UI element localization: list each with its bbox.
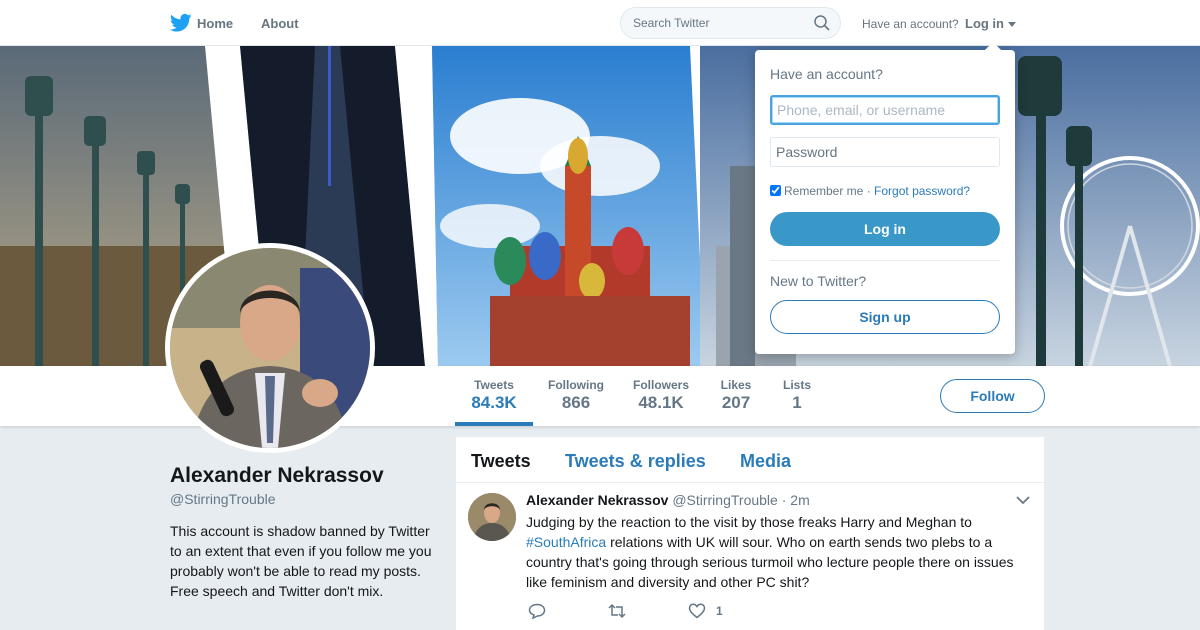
tweet-author-handle[interactable]: @StirringTrouble	[672, 492, 778, 508]
stat-value: 866	[561, 393, 591, 412]
tweet-separator: ·	[781, 492, 787, 508]
active-tab-underline	[455, 422, 533, 426]
retweet-icon[interactable]	[608, 603, 626, 619]
avatar-photo	[170, 248, 370, 448]
stat-label: Followers	[632, 378, 689, 392]
follow-button[interactable]: Follow	[940, 379, 1045, 413]
stat-label: Likes	[720, 378, 752, 392]
stat-tweets[interactable]: Tweets 84.3K	[468, 378, 520, 413]
profile-handle[interactable]: @StirringTrouble	[170, 491, 276, 507]
stat-likes[interactable]: Likes 207	[716, 378, 756, 413]
tweet-text-part: Judging by the reaction to the visit by …	[526, 514, 972, 530]
username-field[interactable]	[770, 95, 1000, 125]
tweet-avatar-photo	[468, 493, 516, 541]
nav-home-link[interactable]: Home	[197, 16, 233, 31]
chevron-down-icon[interactable]	[1016, 495, 1030, 505]
search-box	[620, 7, 841, 39]
login-menu-link[interactable]: Log in	[965, 16, 1004, 31]
stat-value: 207	[721, 393, 751, 412]
stat-followers[interactable]: Followers 48.1K	[631, 378, 691, 413]
new-to-twitter-text: New to Twitter?	[770, 273, 867, 289]
top-navigation: Home About Have an account? Log in	[0, 0, 1200, 46]
like-count: 1	[716, 604, 723, 618]
remember-me-checkbox[interactable]	[770, 185, 781, 196]
login-button[interactable]: Log in	[770, 212, 1000, 246]
heart-icon[interactable]	[688, 603, 706, 619]
tweet-header: Alexander Nekrassov @StirringTrouble · 2…	[526, 492, 810, 508]
signup-button[interactable]: Sign up	[770, 300, 1000, 334]
remember-me-label[interactable]: Remember me	[784, 184, 863, 198]
twitter-bird-icon[interactable]	[170, 13, 192, 33]
nav-about-link[interactable]: About	[261, 16, 299, 31]
have-account-text: Have an account?	[862, 17, 959, 31]
profile-name[interactable]: Alexander Nekrassov	[170, 464, 384, 488]
timeline: Tweets Tweets & replies Media Alexander …	[456, 437, 1044, 630]
profile-avatar[interactable]	[165, 243, 375, 453]
stat-value: 1	[792, 393, 802, 412]
profile-bio: This account is shadow banned by Twitter…	[170, 523, 432, 599]
tab-tweets[interactable]: Tweets	[471, 451, 531, 472]
stat-label: Tweets	[474, 378, 514, 392]
reply-icon[interactable]	[528, 603, 546, 619]
stat-lists[interactable]: Lists 1	[780, 378, 814, 413]
remember-row: Remember me · Forgot password?	[770, 184, 970, 198]
divider	[770, 260, 1000, 261]
search-input[interactable]	[621, 8, 801, 38]
remember-separator: ·	[866, 184, 871, 198]
search-icon[interactable]	[814, 15, 830, 31]
tab-media[interactable]: Media	[740, 451, 791, 472]
tweet-avatar[interactable]	[468, 493, 516, 541]
chevron-down-icon[interactable]	[1008, 22, 1016, 27]
login-dropdown: Have an account? Remember me · Forgot pa…	[755, 42, 1015, 354]
tweet-author-name[interactable]: Alexander Nekrassov	[526, 492, 668, 508]
forgot-password-link[interactable]: Forgot password?	[874, 184, 970, 198]
tab-tweets-and-replies[interactable]: Tweets & replies	[565, 451, 706, 472]
password-field[interactable]	[770, 137, 1000, 167]
stat-label: Lists	[782, 378, 811, 392]
hashtag-link[interactable]: #SouthAfrica	[526, 534, 606, 550]
stat-value: 84.3K	[471, 393, 517, 412]
stat-label: Following	[548, 378, 604, 392]
dropdown-title: Have an account?	[770, 66, 883, 82]
tweet-text: Judging by the reaction to the visit by …	[526, 512, 1031, 592]
stat-following[interactable]: Following 866	[546, 378, 606, 413]
dropdown-caret	[985, 42, 1001, 50]
tweet-timestamp[interactable]: 2m	[790, 492, 809, 508]
timeline-tabs: Tweets Tweets & replies Media	[456, 437, 1044, 483]
stat-value: 48.1K	[638, 393, 684, 412]
